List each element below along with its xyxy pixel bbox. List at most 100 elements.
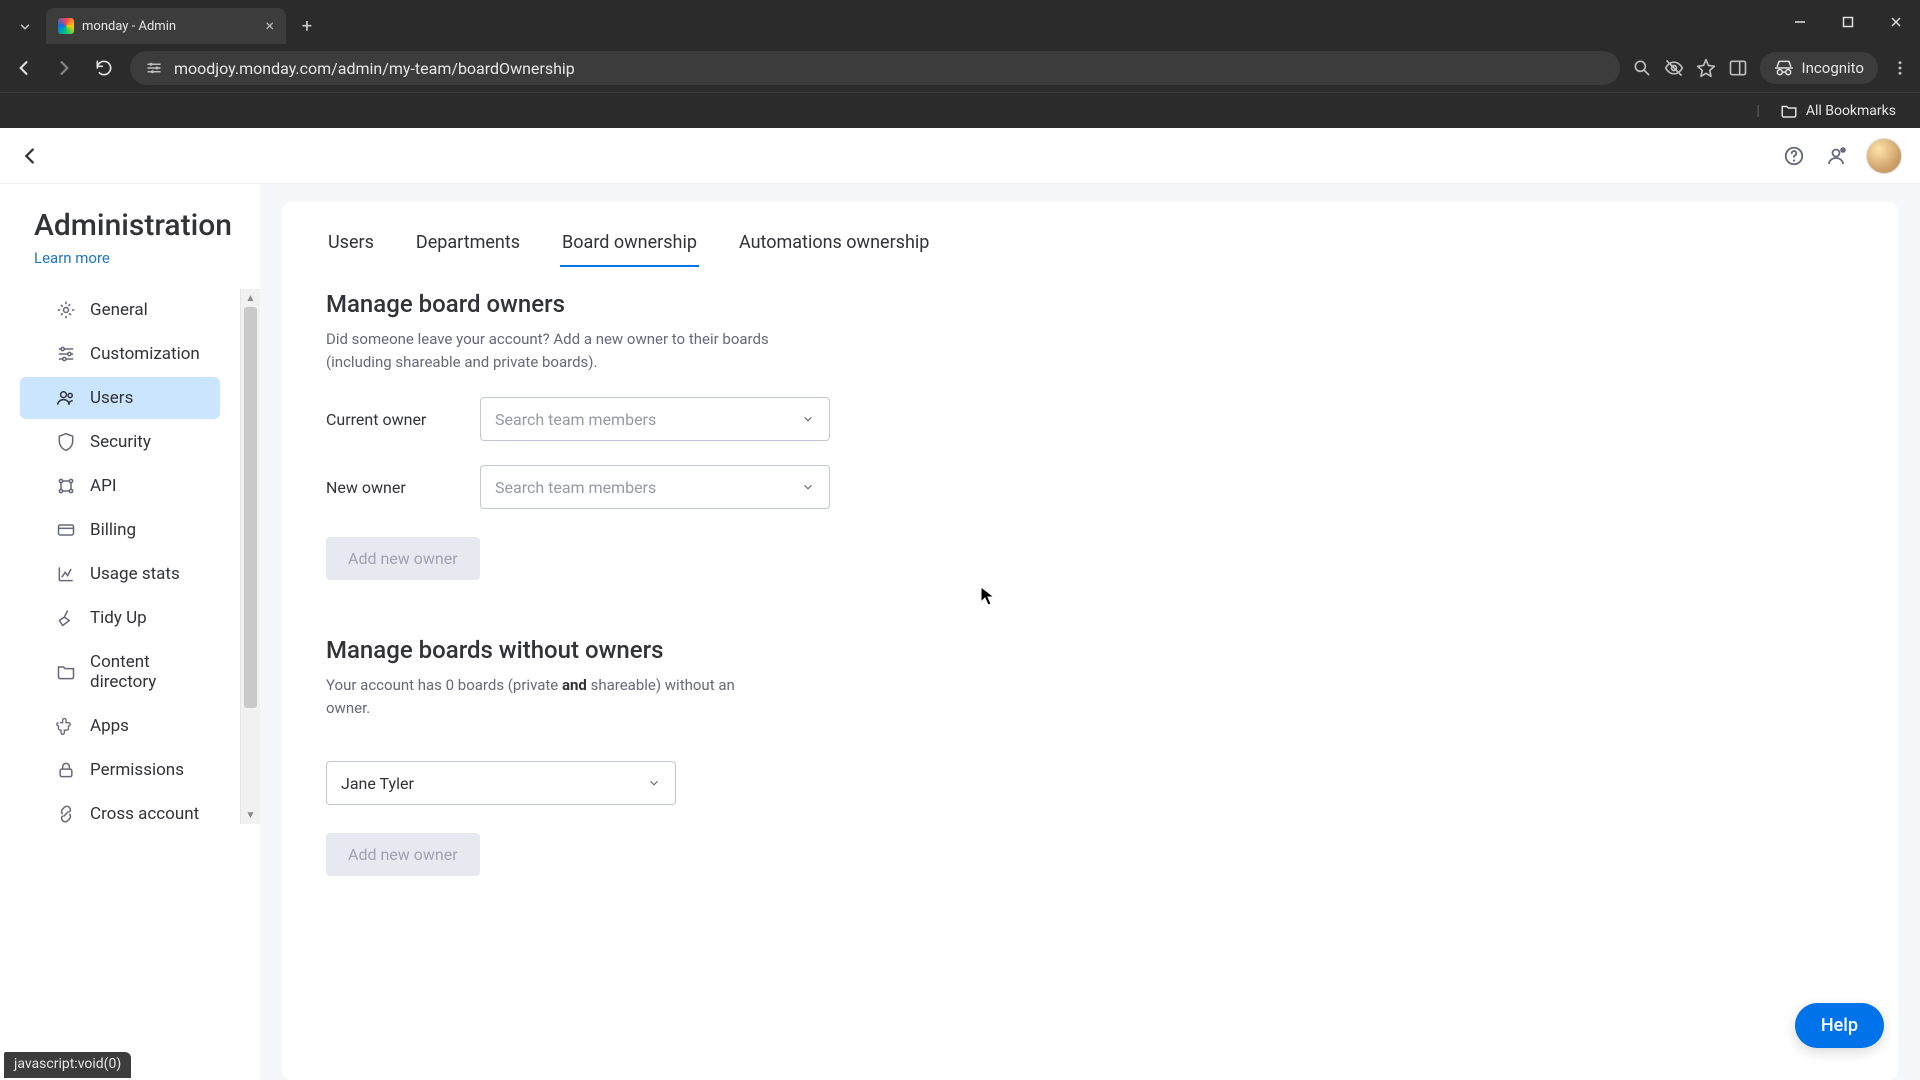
monday-favicon xyxy=(58,18,74,34)
browser-status-text: javascript:void(0) xyxy=(4,1052,131,1078)
app-body: Administration Learn more General Custom… xyxy=(0,184,1920,1080)
select-placeholder: Search team members xyxy=(495,410,656,429)
chart-icon xyxy=(56,564,76,584)
back-to-workspace-button[interactable] xyxy=(18,144,42,168)
tab-users[interactable]: Users xyxy=(326,220,376,267)
bookmark-star-icon[interactable] xyxy=(1696,58,1716,78)
current-owner-select[interactable]: Search team members xyxy=(480,397,830,441)
section-desc-manage-owners: Did someone leave your account? Add a ne… xyxy=(326,328,776,373)
user-avatar[interactable] xyxy=(1866,138,1902,174)
help-icon[interactable] xyxy=(1782,144,1806,168)
close-window-button[interactable] xyxy=(1872,0,1920,44)
scroll-down-button[interactable]: ▼ xyxy=(241,806,260,824)
minimize-window-button[interactable] xyxy=(1776,0,1824,44)
sidebar: Administration Learn more General Custom… xyxy=(0,184,260,1080)
sidebar-item-label: Usage stats xyxy=(90,564,180,584)
new-owner-label: New owner xyxy=(326,478,456,497)
help-button[interactable]: Help xyxy=(1795,1003,1884,1048)
chevron-down-icon xyxy=(647,776,661,790)
overflow-menu-icon[interactable] xyxy=(1890,58,1910,78)
side-panel-icon[interactable] xyxy=(1728,58,1748,78)
new-owner-select[interactable]: Search team members xyxy=(480,465,830,509)
section-manage-without-owners: Manage boards without owners Your accoun… xyxy=(326,636,1338,876)
app-topbar xyxy=(0,128,1920,184)
tab-departments[interactable]: Departments xyxy=(414,220,522,267)
sidebar-item-label: Permissions xyxy=(90,760,184,780)
chevron-down-icon xyxy=(18,20,32,34)
back-button[interactable] xyxy=(10,54,38,82)
scroll-thumb[interactable] xyxy=(244,307,257,708)
select-value: Jane Tyler xyxy=(341,774,414,793)
section-title-manage-owners: Manage board owners xyxy=(326,290,1338,318)
sidebar-item-content-directory[interactable]: Content directory xyxy=(20,641,220,703)
sidebar-item-billing[interactable]: Billing xyxy=(20,509,220,551)
sidebar-item-permissions[interactable]: Permissions xyxy=(20,749,220,791)
folder-icon xyxy=(56,662,76,682)
sidebar-item-label: Apps xyxy=(90,716,129,736)
folder-icon xyxy=(1780,102,1798,120)
orphan-owner-select[interactable]: Jane Tyler xyxy=(326,761,676,805)
tab-search-dropdown[interactable] xyxy=(8,10,42,44)
sidebar-item-label: Cross account xyxy=(90,804,199,824)
sidebar-item-tidy-up[interactable]: Tidy Up xyxy=(20,597,220,639)
maximize-window-button[interactable] xyxy=(1824,0,1872,44)
scroll-up-button[interactable]: ▲ xyxy=(241,289,260,307)
sidebar-item-label: Content directory xyxy=(90,652,202,692)
current-owner-row: Current owner Search team members xyxy=(326,397,1338,441)
search-lens-icon[interactable] xyxy=(1632,58,1652,78)
sidebar-list: General Customization Users Security API xyxy=(0,289,260,824)
mouse-cursor xyxy=(980,586,996,606)
bookmarks-bar: | All Bookmarks xyxy=(0,92,1920,128)
eye-off-icon[interactable] xyxy=(1664,58,1684,78)
tab-title: monday - Admin xyxy=(82,19,176,34)
card-icon xyxy=(56,520,76,540)
separator: | xyxy=(1756,103,1759,119)
reload-button[interactable] xyxy=(90,54,118,82)
url-field[interactable]: moodjoy.monday.com/admin/my-team/boardOw… xyxy=(130,51,1620,85)
sidebar-item-users[interactable]: Users xyxy=(20,377,220,419)
sidebar-item-usage-stats[interactable]: Usage stats xyxy=(20,553,220,595)
incognito-icon xyxy=(1774,58,1794,78)
content-card: Users Departments Board ownership Automa… xyxy=(282,202,1898,1080)
add-new-owner-button-disabled: Add new owner xyxy=(326,537,480,580)
users-icon xyxy=(56,388,76,408)
sidebar-scrollbar[interactable]: ▲ ▼ xyxy=(240,289,260,824)
new-owner-row: New owner Search team members xyxy=(326,465,1338,509)
learn-more-link[interactable]: Learn more xyxy=(34,249,110,267)
sidebar-item-label: General xyxy=(90,300,148,320)
sidebar-item-apps[interactable]: Apps xyxy=(20,705,220,747)
sidebar-item-customization[interactable]: Customization xyxy=(20,333,220,375)
sidebar-item-security[interactable]: Security xyxy=(20,421,220,463)
tab-board-ownership[interactable]: Board ownership xyxy=(560,220,699,267)
address-bar: moodjoy.monday.com/admin/my-team/boardOw… xyxy=(0,44,1920,92)
all-bookmarks-link[interactable]: All Bookmarks xyxy=(1806,103,1896,119)
content-tabs: Users Departments Board ownership Automa… xyxy=(326,220,1338,268)
browser-tab[interactable]: monday - Admin × xyxy=(46,8,286,44)
gear-icon xyxy=(56,300,76,320)
browser-chrome: monday - Admin × + moodjoy.monday.com/ad… xyxy=(0,0,1920,128)
lock-icon xyxy=(56,760,76,780)
shield-icon xyxy=(56,432,76,452)
sidebar-item-label: Customization xyxy=(90,344,200,364)
add-new-owner-button-disabled-2: Add new owner xyxy=(326,833,480,876)
site-settings-icon[interactable] xyxy=(144,58,164,78)
puzzle-icon xyxy=(56,716,76,736)
tab-automations-ownership[interactable]: Automations ownership xyxy=(737,220,931,267)
content-area: Users Departments Board ownership Automa… xyxy=(260,184,1920,1080)
invite-members-icon[interactable] xyxy=(1824,144,1848,168)
incognito-indicator[interactable]: Incognito xyxy=(1760,52,1878,84)
sidebar-item-label: Tidy Up xyxy=(90,608,147,628)
section-desc-without-owners: Your account has 0 boards (private and s… xyxy=(326,674,776,719)
section-title-without-owners: Manage boards without owners xyxy=(326,636,1338,664)
url-text: moodjoy.monday.com/admin/my-team/boardOw… xyxy=(174,59,575,78)
select-placeholder: Search team members xyxy=(495,478,656,497)
sidebar-item-api[interactable]: API xyxy=(20,465,220,507)
sidebar-item-general[interactable]: General xyxy=(20,289,220,331)
new-tab-button[interactable]: + xyxy=(292,11,322,41)
tab-bar: monday - Admin × + xyxy=(0,0,1920,44)
sidebar-item-cross-account[interactable]: Cross account xyxy=(20,793,220,824)
sidebar-item-label: Billing xyxy=(90,520,136,540)
close-tab-button[interactable]: × xyxy=(265,18,274,34)
forward-button[interactable] xyxy=(50,54,78,82)
incognito-label: Incognito xyxy=(1802,59,1864,77)
